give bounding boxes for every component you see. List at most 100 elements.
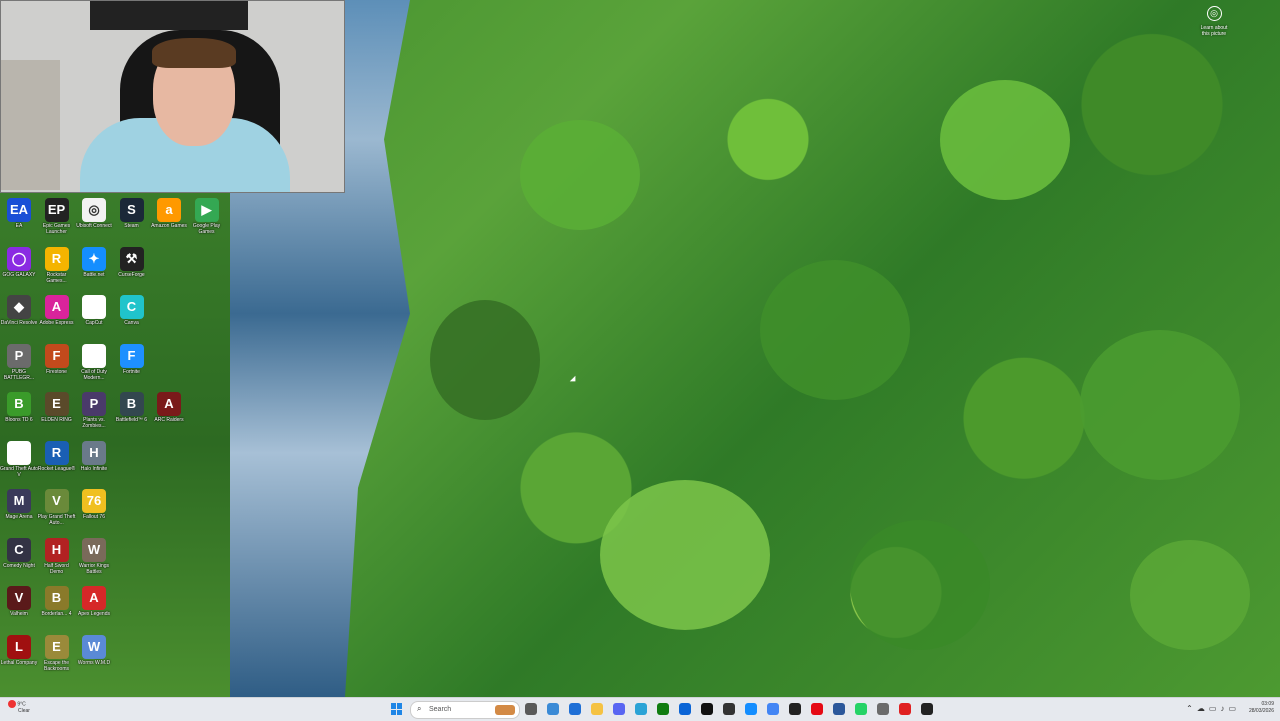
desktop-icon[interactable]: P PUBG BATTLEGR...	[0, 343, 38, 390]
desktop-icon[interactable]: C Comedy Night	[0, 537, 38, 584]
app-icon	[7, 440, 31, 465]
desktop-icon[interactable]: ▶ Google Play Games	[188, 198, 226, 244]
terminal-icon[interactable]	[921, 703, 933, 715]
tree	[1130, 540, 1250, 650]
search-box[interactable]: ⌕ Search	[410, 701, 520, 719]
app-icon: ⚒	[119, 246, 144, 271]
app-icon: F	[119, 343, 144, 368]
folder-icon[interactable]	[591, 703, 603, 715]
desktop-icon[interactable]: B Borderlan... 4	[38, 586, 76, 632]
discord-icon[interactable]	[613, 703, 625, 715]
desktop-icon[interactable]: R Rockstar Games...	[38, 246, 76, 293]
desktop-icon[interactable]: E ELDEN RING	[38, 392, 76, 438]
desktop-icon[interactable]: Call of Duty Modern...	[75, 343, 113, 390]
app-icon: S	[119, 198, 144, 222]
x-icon[interactable]	[701, 703, 713, 715]
clock[interactable]: 03:09 28/03/2026	[1249, 701, 1274, 715]
tree	[940, 80, 1070, 200]
capcut-icon[interactable]	[789, 703, 801, 715]
desktop-icon[interactable]: V Valheim	[0, 586, 38, 632]
desktop-icon[interactable]: EP Epic Games Launcher	[38, 198, 76, 244]
network-icon[interactable]: ▭	[1209, 704, 1221, 713]
app-icon: 76	[82, 489, 106, 513]
desktop-icon[interactable]: E Escape the Backrooms	[38, 634, 76, 681]
tree	[850, 520, 990, 650]
desktop-icon[interactable]: P Plants vs. Zombies...	[75, 392, 113, 438]
settings-icon[interactable]	[877, 703, 889, 715]
desktop-icon-label: Lethal Company	[0, 659, 38, 666]
desktop-icon-label: Bloons TD 6	[5, 417, 33, 423]
clock-time: 03:09	[1261, 701, 1274, 707]
edge-icon[interactable]	[635, 703, 647, 715]
battery-icon[interactable]: ▭	[1228, 704, 1240, 713]
desktop-icon[interactable]: CapCut	[75, 295, 113, 341]
app-icon: W	[82, 537, 106, 562]
desktop-icon[interactable]: F Firestone	[38, 343, 76, 390]
desktop-icon[interactable]: F Fortnite	[113, 343, 151, 390]
app-icon: ▶	[194, 198, 219, 222]
outlook-icon[interactable]	[679, 703, 691, 715]
desktop-icon[interactable]: B Bloons TD 6	[0, 392, 38, 438]
desktop-icon-label: Apex Legends	[78, 611, 110, 617]
desktop-icon[interactable]: ◎ Ubisoft Connect	[75, 198, 113, 244]
file-explorer-icon[interactable]	[569, 703, 581, 715]
word-icon[interactable]	[833, 703, 845, 715]
desktop-icon[interactable]: ✦ Battle.net	[75, 246, 113, 293]
whatsapp-icon[interactable]	[855, 703, 867, 715]
desktop-icon[interactable]: A ARC Raiders	[150, 392, 188, 438]
app-icon: R	[44, 246, 69, 271]
desktop-icon[interactable]: L Lethal Company	[0, 634, 38, 681]
recorder-icon[interactable]	[899, 703, 911, 715]
battlenet-icon[interactable]	[745, 703, 757, 715]
desktop-icon[interactable]: H Half Sword Demo	[38, 537, 76, 584]
xbox-icon[interactable]	[657, 703, 669, 715]
desktop-icon[interactable]: C Canva	[113, 295, 151, 341]
obs-icon[interactable]	[723, 703, 735, 715]
tree	[520, 120, 640, 230]
desktop-icon[interactable]: ◯ GOG GALAXY	[0, 246, 38, 293]
desktop-icon[interactable]: M Mage Arena	[0, 489, 38, 535]
desktop-icon[interactable]: a Amazon Games	[150, 198, 188, 244]
app-icon: A	[44, 295, 69, 319]
app-icon: EP	[44, 198, 69, 222]
desktop-icon-label: Grand Theft Auto V	[0, 465, 38, 478]
app-icon: a	[157, 198, 181, 222]
netflix-icon[interactable]	[811, 703, 823, 715]
desktop-icon-label: Fallout 76	[83, 514, 105, 520]
desktop-icon-label: Borderlan... 4	[41, 611, 72, 617]
taskbar: 9°C Clear ⌕ Search ⌃☁▭♪▭ 03:09 28/03/202…	[0, 697, 1280, 721]
app-icon: R	[44, 440, 69, 465]
desktop-icon[interactable]: 76 Fallout 76	[75, 489, 113, 535]
desktop-icon-label: ARC Raiders	[154, 417, 184, 423]
desktop-icon[interactable]: B Battlefield™ 6	[113, 392, 151, 438]
desktop-icon[interactable]: A Apex Legends	[75, 586, 113, 632]
copilot-icon[interactable]	[547, 703, 559, 715]
chrome-icon[interactable]	[767, 703, 779, 715]
desktop-icon[interactable]: R Rocket League®	[38, 440, 76, 487]
desktop-icon[interactable]: W Warrior Kings Battles	[75, 537, 113, 584]
desktop-icon[interactable]: A Adobe Express	[38, 295, 76, 341]
system-tray[interactable]: ⌃☁▭♪▭	[1186, 704, 1240, 713]
desktop-icon-label: Warrior Kings Battles	[78, 562, 110, 575]
weather-widget[interactable]: 9°C Clear	[8, 700, 30, 714]
desktop-icon[interactable]: W Worms W.M.D	[75, 634, 113, 681]
webcam-overlay	[0, 0, 345, 193]
chevron-up-icon[interactable]: ⌃	[1186, 704, 1197, 713]
learn-about-picture[interactable]: ◎ Learn about this picture	[1184, 6, 1244, 37]
desktop-icon[interactable]: V Play Grand Theft Auto...	[38, 489, 76, 535]
desktop-icon[interactable]: ⚒ CurseForge	[113, 246, 151, 293]
camera-icon: ◎	[1206, 6, 1222, 21]
desktop-icon[interactable]: ◆ DaVinci Resolve	[0, 295, 38, 341]
desktop-icon[interactable]: H Halo Infinite	[75, 440, 113, 487]
desktop-icon[interactable]: S Steam	[113, 198, 151, 244]
app-icon: B	[44, 586, 69, 610]
desktop-icon[interactable]: Grand Theft Auto V	[0, 440, 38, 487]
desktop-icon-label: Fortnite	[123, 368, 140, 375]
search-highlight-icon	[495, 705, 515, 715]
desktop-icon-label: Rockstar Games...	[46, 271, 67, 284]
cloud-icon[interactable]: ☁	[1197, 704, 1209, 713]
start-button[interactable]	[391, 703, 403, 715]
task-view-icon[interactable]	[525, 703, 537, 715]
desktop-icon[interactable]: EA EA	[0, 198, 38, 244]
app-icon: V	[7, 586, 31, 610]
